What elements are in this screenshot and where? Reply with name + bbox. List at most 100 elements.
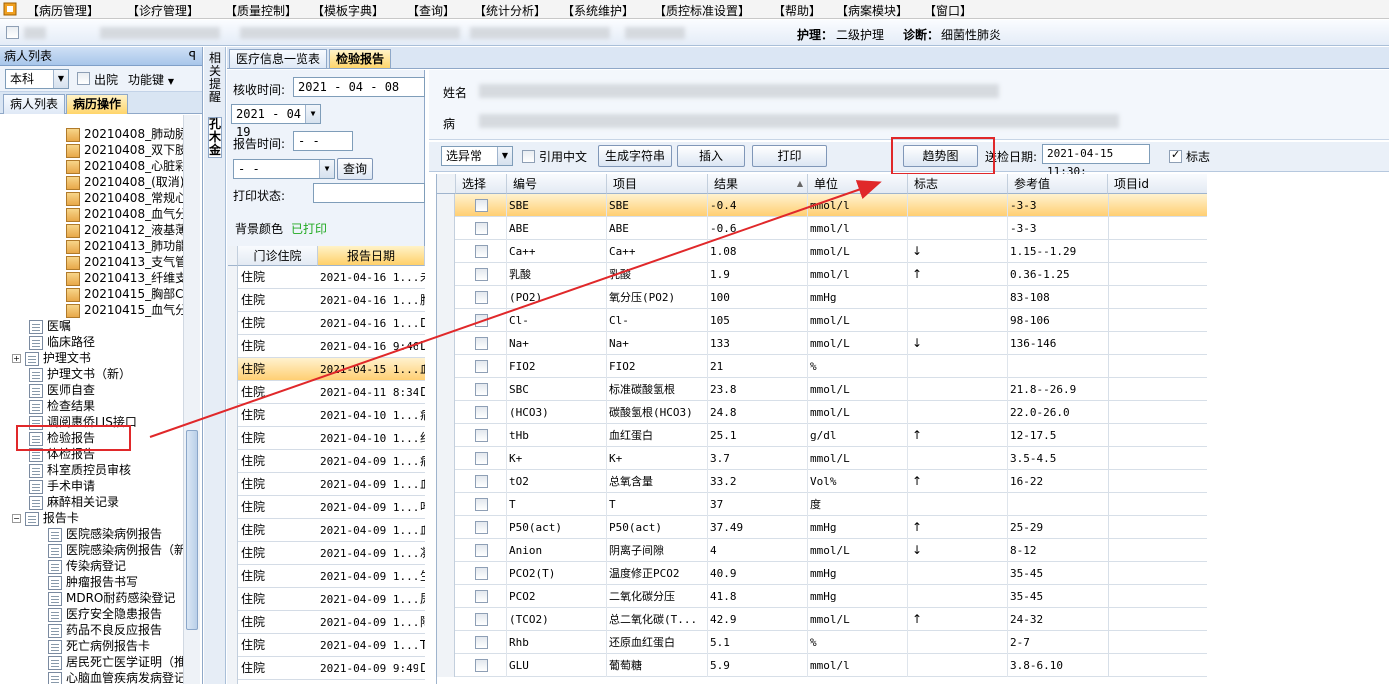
result-row[interactable]: T T 37 度 — [437, 493, 1207, 516]
report-time-to[interactable]: - - ▼ — [233, 159, 335, 179]
tree-item-surgery-request[interactable]: 手术申请 — [29, 478, 95, 494]
result-row[interactable]: (TCO2) 总二氧化碳(T... 42.9 mmol/L ↑ 24-32 — [437, 608, 1207, 631]
print-status-select[interactable] — [313, 183, 425, 203]
function-key-button[interactable]: 功能键 ▼ — [128, 71, 174, 88]
menu-item-diagnosis-management[interactable]: 【诊疗管理】 — [127, 2, 199, 19]
result-row[interactable]: SBC 标准碳酸氢根 23.8 mmol/L 21.8--26.9 — [437, 378, 1207, 401]
tree-record-item[interactable]: 20210412_液基薄层 — [66, 222, 183, 238]
result-row[interactable]: SBE SBE -0.4 mmol/l -3-3 — [437, 194, 1207, 217]
scroll-thumb[interactable] — [186, 430, 198, 630]
insert-button[interactable]: 插入 — [677, 145, 745, 167]
select-checkbox[interactable] — [475, 567, 488, 580]
menu-item-qc-standard[interactable]: 【质控标准设置】 — [654, 2, 750, 19]
report-list-row[interactable]: 住院 2021-04-09 1...血 — [228, 473, 425, 496]
tab-record-operations[interactable]: 病历操作 — [66, 94, 129, 114]
tree-report-card-item[interactable]: 传染病登记 — [48, 558, 126, 574]
report-list-row[interactable]: 住院 2021-04-09 1...生 — [228, 565, 425, 588]
expand-icon[interactable]: + — [12, 354, 21, 363]
menu-item-case-module[interactable]: 【病案模块】 — [836, 2, 908, 19]
col-header-result[interactable]: 结果 ▲ — [708, 174, 808, 194]
report-time-from[interactable]: - - — [293, 131, 353, 151]
result-row[interactable]: Cl- Cl- 105 mmol/L 98-106 — [437, 309, 1207, 332]
tree-record-item[interactable]: 20210413_肺功能检 — [66, 238, 183, 254]
report-list-row[interactable]: 住院 2021-04-09 1...凝 — [228, 542, 425, 565]
tree-item-nursing-docs-new[interactable]: 护理文书（新） — [29, 366, 131, 382]
tab-patient-list[interactable]: 病人列表 — [3, 94, 66, 114]
receive-date-to[interactable]: 2021 - 04 - 19 ▼ — [231, 104, 321, 139]
menu-item-help[interactable]: 【帮助】 — [773, 2, 821, 19]
select-checkbox[interactable] — [475, 337, 488, 350]
flag-checkbox[interactable]: ✓ — [1169, 148, 1182, 163]
side-tab-reminders[interactable]: 相关提醒 — [208, 52, 222, 104]
cite-chinese-checkbox[interactable] — [522, 150, 535, 163]
tree-item-nursing-docs[interactable]: + 护理文书 — [12, 350, 91, 366]
tree-report-card-item[interactable]: 肿瘤报告书写 — [48, 574, 138, 590]
select-checkbox[interactable] — [475, 475, 488, 488]
result-row[interactable]: (PO2) 氧分压(PO2) 100 mmHg 83-108 — [437, 286, 1207, 309]
side-tab-patient[interactable]: 孔木金 — [208, 117, 222, 158]
abnormal-filter-select[interactable]: 选异常 ▼ — [441, 146, 513, 166]
report-list-row[interactable]: 住院 2021-04-09 1...病 — [228, 450, 425, 473]
select-checkbox[interactable] — [475, 222, 488, 235]
report-list-row[interactable]: 住院 2021-04-16 1...未 — [228, 266, 425, 289]
col-header-reference[interactable]: 参考值 — [1008, 174, 1108, 194]
tree-item-orders[interactable]: 医嘱 — [29, 318, 71, 334]
result-row[interactable]: K+ K+ 3.7 mmol/L 3.5-4.5 — [437, 447, 1207, 470]
report-list-row[interactable]: 住院 2021-04-15 1...血 — [228, 358, 425, 381]
tree-item-anesthesia[interactable]: 麻醉相关记录 — [29, 494, 119, 510]
query-button[interactable]: 查询 — [337, 158, 373, 180]
tree-item-clinical-path[interactable]: 临床路径 — [29, 334, 95, 350]
select-checkbox[interactable] — [475, 360, 488, 373]
result-row[interactable]: ABE ABE -0.6 mmol/l -3-3 — [437, 217, 1207, 240]
tree-record-item[interactable]: 20210415_血气分析 — [66, 302, 183, 318]
select-checkbox[interactable] — [475, 314, 488, 327]
result-row[interactable]: Na+ Na+ 133 mmol/L ↓ 136-146 — [437, 332, 1207, 355]
col-header-item[interactable]: 项目 — [607, 174, 708, 194]
tree-report-card-item[interactable]: 心脑血管疾病发病登记 — [48, 670, 183, 684]
report-list-row[interactable]: 住院 2021-04-09 1...血 — [228, 519, 425, 542]
select-checkbox[interactable] — [475, 498, 488, 511]
result-row[interactable]: PCO2(T) 温度修正PCO2 40.9 mmHg 35-45 — [437, 562, 1207, 585]
menu-item-system-maintenance[interactable]: 【系统维护】 — [562, 2, 634, 19]
col-header-item-id[interactable]: 项目id — [1108, 174, 1207, 194]
tree-record-item[interactable]: 20210408_常规心电 — [66, 190, 183, 206]
report-list-row[interactable]: 住院 2021-04-09 9:49 D — [228, 657, 425, 680]
tree-report-card-item[interactable]: 死亡病例报告卡 — [48, 638, 150, 654]
menu-item-query[interactable]: 【查询】 — [407, 2, 455, 19]
tree-item-self-check[interactable]: 医师自查 — [29, 382, 95, 398]
select-checkbox[interactable] — [475, 544, 488, 557]
report-list-row[interactable]: 住院 2021-04-09 1... T — [228, 634, 425, 657]
select-checkbox[interactable] — [475, 429, 488, 442]
tree-item-report-card[interactable]: − 报告卡 — [12, 510, 79, 526]
result-row[interactable]: PCO2 二氧化碳分压 41.8 mmHg 35-45 — [437, 585, 1207, 608]
pin-icon[interactable]: ꟼ — [189, 47, 196, 66]
menu-item-statistics[interactable]: 【统计分析】 — [474, 2, 546, 19]
menu-item-window[interactable]: 【窗口】 — [924, 2, 972, 19]
menu-item-template-dictionary[interactable]: 【模板字典】 — [312, 2, 384, 19]
report-list-row[interactable]: 住院 2021-04-10 1...纤 — [228, 427, 425, 450]
col-header-select[interactable]: 选择 — [456, 174, 507, 194]
col-header-unit[interactable]: 单位 — [808, 174, 908, 194]
select-checkbox[interactable] — [475, 199, 488, 212]
select-checkbox[interactable] — [475, 452, 488, 465]
tree-report-card-item[interactable]: 医院感染病例报告（新 — [48, 542, 183, 558]
generate-string-button[interactable]: 生成字符串 — [598, 145, 672, 167]
select-checkbox[interactable] — [475, 383, 488, 396]
info-checkbox[interactable] — [6, 26, 19, 39]
tab-medical-overview[interactable]: 医疗信息一览表 — [229, 49, 328, 68]
result-row[interactable]: FIO2 FIO2 21% — [437, 355, 1207, 378]
collapse-icon[interactable]: − — [12, 514, 21, 523]
select-checkbox[interactable] — [475, 406, 488, 419]
result-row[interactable]: Ca++ Ca++ 1.08 mmol/L ↓ 1.15--1.29 — [437, 240, 1207, 263]
tree-record-item[interactable]: 20210408_(取消)定 — [66, 174, 183, 190]
tree-report-card-item[interactable]: MDRO耐药感染登记 — [48, 590, 175, 606]
result-row[interactable]: P50(act) P50(act) 37.49 mmHg ↑ 25-29 — [437, 516, 1207, 539]
select-checkbox[interactable] — [475, 521, 488, 534]
report-list-row[interactable]: 住院 2021-04-10 1...病 — [228, 404, 425, 427]
tree-item-qc-review[interactable]: 科室质控员审核 — [29, 462, 131, 478]
select-checkbox[interactable] — [475, 659, 488, 672]
result-row[interactable]: (HCO3) 碳酸氢根(HCO3) 24.8 mmol/L 22.0-26.0 — [437, 401, 1207, 424]
result-row[interactable]: tHb 血红蛋白 25.1 g/dl ↑ 12-17.5 — [437, 424, 1207, 447]
report-list-row[interactable]: 住院2021-04-09 9:44D — [228, 680, 425, 684]
tree-record-item[interactable]: 20210408_双下肢静 — [66, 142, 183, 158]
